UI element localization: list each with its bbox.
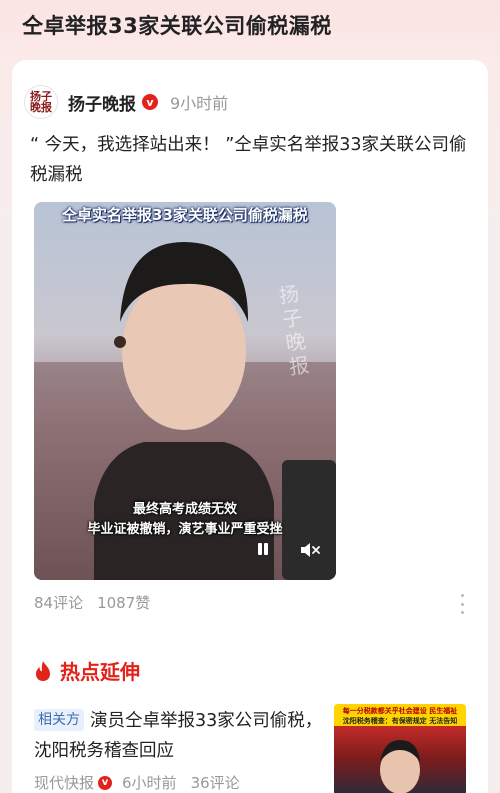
like-count[interactable]: 1087赞 [97,592,150,613]
hot-section-header: 热点延伸 [34,656,140,685]
related-comments: 36评论 [190,774,240,792]
post-text[interactable]: “ 今天，我选择站出来！ ”仝卓实名举报33家关联公司偷税漏税 [30,130,470,190]
verified-icon: v [98,775,113,790]
hot-section-title: 热点延伸 [60,660,140,684]
related-tag: 相关方 [34,709,84,731]
author-row[interactable]: 扬子晚报 扬子晚报 v 9小时前 [24,84,228,120]
author-avatar[interactable]: 扬子晚报 [24,85,58,119]
author-name[interactable]: 扬子晚报 [68,90,136,115]
related-meta: 现代快报 v 6小时前 36评论 [34,772,240,793]
comment-count[interactable]: 84评论 [34,592,83,613]
flame-icon [36,660,50,681]
video-title-overlay: 仝卓实名举报33家关联公司偷税漏税 [62,206,308,224]
related-article-title[interactable]: 相关方 演员仝卓举报33家公司偷税，沈阳税务稽查回应 [34,706,324,766]
pause-icon[interactable] [256,542,270,556]
video-player[interactable]: 仝卓实名举报33家关联公司偷税漏税 扬子晚报 最终高考成绩无效 毕业证被撤销，演… [34,202,336,580]
more-icon[interactable] [458,594,466,614]
post-time: 9小时前 [170,94,229,113]
mute-icon[interactable] [300,542,320,558]
page-title: 仝卓举报33家关联公司偷税漏税 [22,14,332,38]
related-time: 6小时前 [122,774,177,792]
thumbnail-illustration [380,740,420,793]
related-thumbnail[interactable]: 每一分税款都关乎社会建设 民生福祉 沈阳税务稽查：有保密规定 无法告知 [334,704,466,793]
video-subtitle-line1: 最终高考成绩无效 [132,502,237,517]
verified-icon: v [142,94,158,110]
thumbnail-caption-2: 沈阳税务稽查：有保密规定 无法告知 [342,717,458,725]
thumbnail-caption-1: 每一分税款都关乎社会建设 民生福祉 [342,707,458,715]
video-subtitle-line2: 毕业证被撤销，演艺事业严重受挫 [87,522,283,537]
post-stats: 84评论 1087赞 [34,592,150,613]
related-source[interactable]: 现代快报 [34,772,94,793]
author-logo-text: 扬子晚报 [30,90,52,114]
